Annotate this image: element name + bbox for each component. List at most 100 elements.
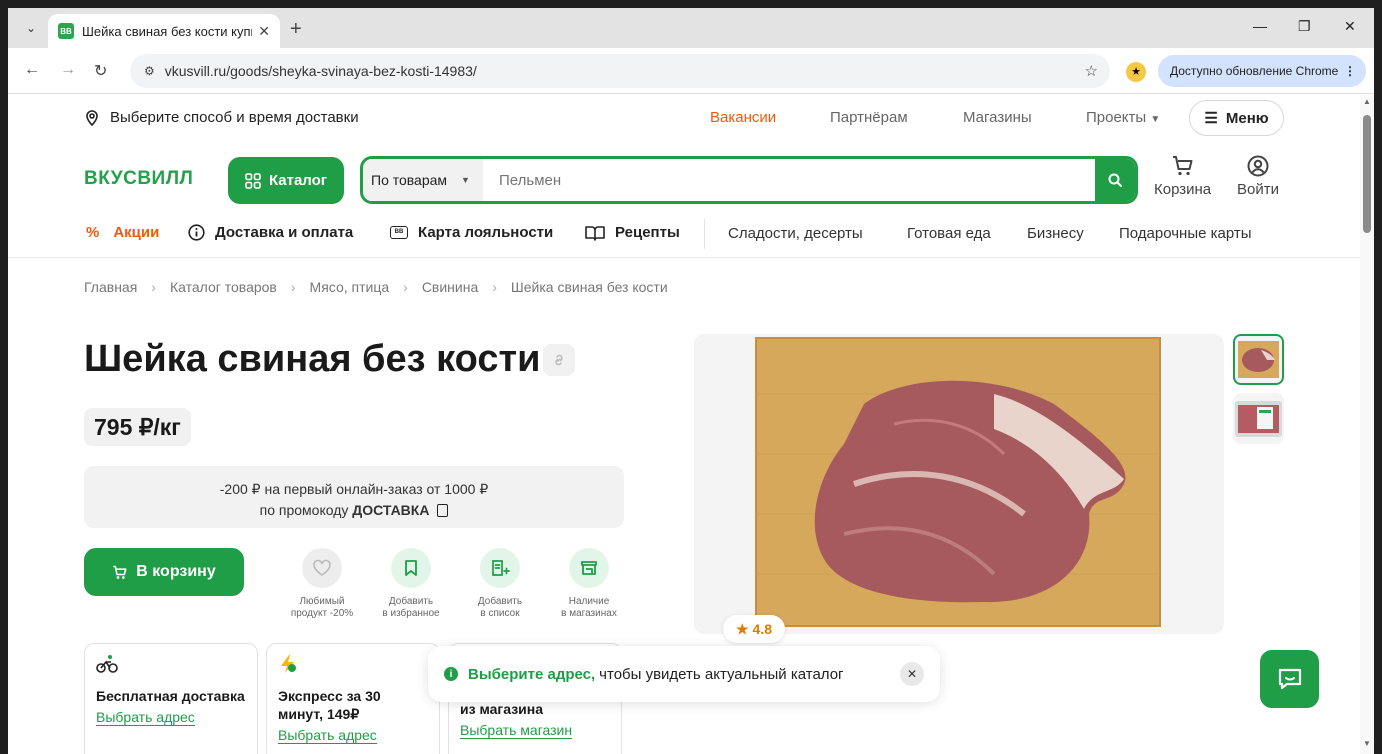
login-button[interactable]: Войти bbox=[1237, 155, 1279, 198]
copy-icon[interactable] bbox=[437, 504, 449, 517]
rating-badge[interactable]: ★ 4.8 bbox=[723, 615, 785, 643]
promo-prefix: по промокоду bbox=[259, 502, 353, 518]
nav-sweets[interactable]: Сладости, десерты bbox=[728, 225, 863, 242]
link-partners[interactable]: Партнёрам bbox=[830, 109, 908, 126]
bike-icon bbox=[96, 655, 118, 673]
toast-highlight[interactable]: Выберите адрес, bbox=[468, 666, 595, 683]
breadcrumb-item[interactable]: Мясо, птица bbox=[310, 279, 390, 295]
search-bar: По товарам ▼ bbox=[360, 156, 1138, 204]
scroll-up-icon[interactable]: ▲ bbox=[1363, 97, 1371, 106]
favicon-icon: ВВ bbox=[58, 23, 74, 39]
chevron-right-icon: › bbox=[290, 279, 296, 295]
breadcrumb-item[interactable]: Свинина bbox=[422, 279, 478, 295]
delivery-card-express: Экспресс за 30 минут, 149₽ Выбрать адрес bbox=[266, 643, 440, 754]
nav-delivery-payment[interactable]: Доставка и оплата bbox=[188, 224, 353, 241]
link-stores[interactable]: Магазины bbox=[963, 109, 1032, 126]
site-logo[interactable]: ВКУСВИЛЛ bbox=[84, 168, 193, 190]
breadcrumb-item[interactable]: Каталог товаров bbox=[170, 279, 277, 295]
nav-promotions-label: Акции bbox=[113, 224, 160, 241]
product-photo bbox=[755, 337, 1161, 627]
choose-address-link[interactable]: Выбрать адрес bbox=[96, 709, 195, 726]
action-label: Добавить bbox=[477, 596, 523, 607]
cart-icon bbox=[1172, 156, 1193, 176]
search-button[interactable] bbox=[1095, 159, 1135, 201]
nav-gift-cards[interactable]: Подарочные карты bbox=[1119, 225, 1252, 242]
promo-code[interactable]: ДОСТАВКА bbox=[352, 502, 429, 518]
scroll-down-icon[interactable]: ▼ bbox=[1363, 739, 1371, 748]
add-to-favorites-action[interactable]: Добавить в избранное bbox=[371, 548, 451, 620]
nav-ready-food[interactable]: Готовая еда bbox=[907, 225, 991, 242]
tab-title: Шейка свиная без кости купить bbox=[82, 23, 252, 39]
delivery-card-title: Экспресс за 30 минут, 149₽ bbox=[278, 688, 381, 722]
menu-label: Меню bbox=[1225, 109, 1269, 127]
extension-icon[interactable]: ★ bbox=[1126, 62, 1146, 82]
link-icon bbox=[555, 354, 563, 366]
thumbnail-image bbox=[1235, 401, 1282, 437]
chat-button[interactable] bbox=[1260, 650, 1319, 708]
delivery-selector[interactable]: Выберите способ и время доставки bbox=[84, 109, 359, 126]
link-vacancies[interactable]: Вакансии bbox=[710, 109, 776, 126]
nav-delivery-label: Доставка и оплата bbox=[215, 224, 354, 241]
update-label: Доступно обновление Chrome bbox=[1170, 64, 1339, 78]
bookmark-star-icon[interactable]: ☆ bbox=[1085, 62, 1098, 80]
nav-recipes-label: Рецепты bbox=[615, 224, 680, 241]
product-image-gallery[interactable] bbox=[694, 334, 1224, 634]
browser-toolbar: ← → ↻ ⚙ vkusvill.ru/goods/sheyka-svinaya… bbox=[8, 48, 1374, 94]
nav-business[interactable]: Бизнесу bbox=[1027, 225, 1084, 242]
cart-button[interactable]: Корзина bbox=[1154, 155, 1211, 198]
nav-loyalty-label: Карта лояльности bbox=[418, 224, 554, 241]
breadcrumb: Главная › Каталог товаров › Мясо, птица … bbox=[84, 279, 668, 295]
scrollbar-thumb[interactable] bbox=[1363, 115, 1371, 233]
action-label: Наличие bbox=[568, 596, 610, 607]
search-input[interactable] bbox=[483, 159, 1095, 201]
catalog-button[interactable]: Каталог bbox=[228, 157, 344, 204]
site-info-icon[interactable]: ⚙ bbox=[144, 64, 155, 78]
header-divider bbox=[8, 257, 1360, 258]
window-close-icon[interactable]: ✕ bbox=[1344, 18, 1356, 35]
page-scrollbar[interactable]: ▲ ▼ bbox=[1360, 95, 1374, 754]
reload-icon[interactable]: ↻ bbox=[94, 61, 107, 81]
action-label: в магазинах bbox=[561, 608, 617, 619]
nav-recipes[interactable]: Рецепты bbox=[585, 224, 680, 241]
nav-promotions[interactable]: % Акции bbox=[86, 224, 159, 241]
caret-down-icon: ▼ bbox=[1150, 114, 1161, 125]
address-bar[interactable]: ⚙ vkusvill.ru/goods/sheyka-svinaya-bez-k… bbox=[130, 54, 1110, 88]
action-label: Добавить bbox=[388, 596, 434, 607]
choose-address-link[interactable]: Выбрать адрес bbox=[278, 727, 377, 744]
url-text: vkusvill.ru/goods/sheyka-svinaya-bez-kos… bbox=[164, 63, 477, 79]
link-projects[interactable]: Проекты ▼ bbox=[1086, 109, 1160, 126]
menu-button[interactable]: ☰ Меню bbox=[1189, 100, 1284, 136]
action-label: Любимый bbox=[299, 596, 345, 607]
gallery-thumbnail-1[interactable] bbox=[1233, 334, 1284, 385]
tab-search-chevron-icon[interactable]: ⌄ bbox=[20, 17, 42, 39]
choose-store-link[interactable]: Выбрать магазин bbox=[460, 722, 573, 739]
book-icon bbox=[585, 225, 605, 241]
breadcrumb-item[interactable]: Главная bbox=[84, 279, 137, 295]
search-scope-label: По товарам bbox=[371, 172, 448, 188]
search-scope-select[interactable]: По товарам ▼ bbox=[363, 159, 483, 201]
gallery-thumbnail-2[interactable] bbox=[1233, 393, 1284, 444]
nav-loyalty-card[interactable]: ВВ Карта лояльности bbox=[390, 224, 553, 241]
action-label: в избранное bbox=[382, 608, 440, 619]
forward-icon[interactable]: → bbox=[60, 61, 76, 79]
chrome-update-button[interactable]: Доступно обновление Chrome ⋮ bbox=[1158, 55, 1366, 87]
add-to-list-action[interactable]: Добавить в список bbox=[460, 548, 540, 620]
more-menu-icon[interactable]: ⋮ bbox=[1344, 64, 1356, 78]
copy-link-button[interactable] bbox=[543, 344, 575, 376]
toast-close-icon[interactable]: ✕ bbox=[900, 662, 924, 686]
new-tab-icon[interactable]: + bbox=[290, 18, 302, 41]
store-availability-action[interactable]: Наличие в магазинах bbox=[549, 548, 629, 620]
promo-banner: -200 ₽ на первый онлайн-заказ от 1000 ₽ … bbox=[84, 466, 624, 528]
favorite-product-action[interactable]: Любимый продукт -20% bbox=[282, 548, 362, 620]
page-content: Выберите способ и время доставки Ваканси… bbox=[8, 95, 1360, 754]
delivery-card-free: Бесплатная доставка Выбрать адрес bbox=[84, 643, 258, 754]
login-label: Войти bbox=[1237, 181, 1279, 198]
tab-close-icon[interactable]: ✕ bbox=[258, 23, 270, 40]
address-toast: i Выберите адрес, чтобы увидеть актуальн… bbox=[428, 646, 940, 702]
browser-tab[interactable]: ВВ Шейка свиная без кости купить ✕ bbox=[48, 14, 280, 48]
restore-icon[interactable]: ❐ bbox=[1298, 18, 1311, 35]
add-to-cart-button[interactable]: В корзину bbox=[84, 548, 244, 596]
action-label: в список bbox=[480, 608, 520, 619]
back-icon[interactable]: ← bbox=[24, 61, 40, 79]
minimize-icon[interactable]: — bbox=[1253, 18, 1267, 34]
